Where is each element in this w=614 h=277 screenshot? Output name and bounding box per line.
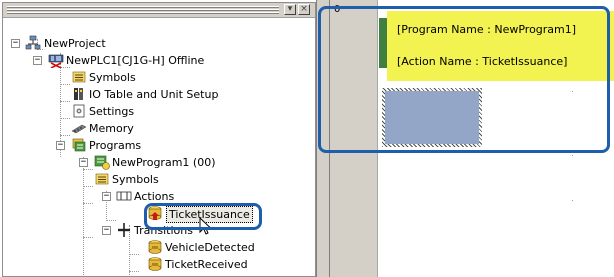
collapse-icon[interactable]: − [33,56,42,65]
tree-item-label: NewProject [44,37,106,50]
transition-item-icon [148,240,162,254]
transitions-icon [118,223,130,237]
tree-item-label: IO Table and Unit Setup [89,88,219,101]
tree-item-ticketreceived[interactable]: TicketReceived [3,256,303,273]
tree-item-memory[interactable]: Memory [3,120,303,137]
tree-item-settings[interactable]: Settings [3,103,303,120]
tree-item-io-table[interactable]: IO Table and Unit Setup [3,86,303,103]
pane-titlebar: ▾ × [3,3,315,18]
tree-item-newplc1[interactable]: − NewPLC1[CJ1G-H] Offline [3,52,303,69]
collapse-icon[interactable]: − [102,192,111,201]
project-tree-pane: ▾ × − NewProject − NewPLC1[CJ1G-H] Offli… [2,2,316,277]
plc-offline-icon [48,54,64,68]
collapse-icon[interactable]: − [56,141,65,150]
collapse-icon[interactable]: − [11,39,20,48]
tree-item-newprogram1[interactable]: − NewProgram1 (00) [3,154,303,171]
io-table-icon [74,88,83,100]
programs-icon [72,138,86,152]
tree-item-label: NewProgram1 (00) [112,156,216,169]
project-icon [25,35,41,50]
tree-item-programs[interactable]: − Programs [3,137,303,154]
tree-item-symbols[interactable]: Symbols [3,69,303,86]
transition-item-icon [148,257,162,271]
tree-item-newproject[interactable]: − NewProject [3,35,303,52]
program-icon [94,155,110,170]
pane-grip[interactable] [7,6,279,14]
tree-item-label: Symbols [112,173,159,186]
collapse-icon[interactable]: − [102,226,111,235]
tree-item-label: Actions [134,190,175,203]
tree-item-label: Memory [89,122,134,135]
collapse-icon[interactable]: − [79,158,88,167]
tree-item-label: Programs [89,139,142,152]
symbols-icon [95,173,109,185]
project-tree: − NewProject − NewPLC1[CJ1G-H] Offline S… [3,17,315,276]
tree-item-vehicledetected[interactable]: VehicleDetected [3,239,303,256]
actions-folder-icon [116,191,132,201]
editor-highlight-frame [318,6,610,153]
pane-close-button[interactable]: × [298,4,310,15]
tree-item-label: NewPLC1[CJ1G-H] Offline [66,54,205,67]
memory-icon [71,124,87,134]
tree-item-label: VehicleDetected [165,241,255,254]
grid-dot [572,200,573,201]
pane-menu-button[interactable]: ▾ [284,4,296,15]
tree-item-label: Settings [89,105,135,118]
settings-icon [73,104,85,118]
tree-item-program-symbols[interactable]: Symbols [3,171,303,188]
tree-item-label: Symbols [89,71,136,84]
grid-dot [572,155,573,156]
symbols-icon [72,71,86,83]
tree-item-label: TicketReceived [165,258,248,271]
tree-item-highlight-frame [144,203,262,230]
